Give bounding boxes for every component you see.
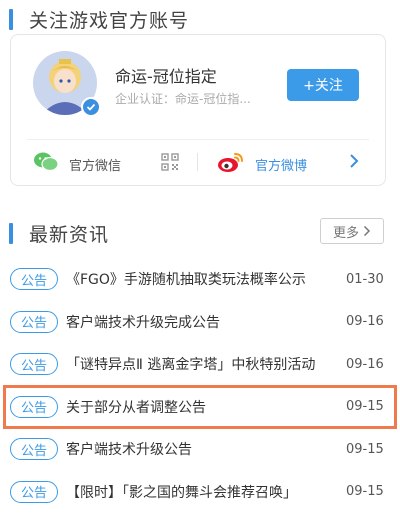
- wechat-label[interactable]: 官方微信: [69, 155, 121, 174]
- news-list: 公告 《FGO》手游随机抽取类玩法概率公示 01-30 公告 客户端技术升级完成公告 09…: [0, 258, 400, 513]
- follow-button[interactable]: +关注: [287, 69, 359, 101]
- section-accent-bar: [9, 223, 13, 244]
- chevron-right-icon: [363, 225, 371, 237]
- section-accent-bar: [9, 9, 13, 30]
- more-label: 更多: [332, 225, 359, 241]
- chevron-right-icon[interactable]: [349, 153, 359, 173]
- news-item[interactable]: 公告 关于部分从者调整公告 09-15: [3, 384, 397, 429]
- news-date: 01-30: [346, 271, 384, 287]
- news-date: 09-15: [346, 441, 384, 457]
- news-tag-badge: 公告: [10, 268, 58, 291]
- news-item[interactable]: 公告 「谜特异点Ⅱ 逃离金字塔」中秋特别活动 09-16: [0, 343, 400, 386]
- news-tag-badge: 公告: [10, 310, 58, 333]
- news-date: 09-16: [346, 314, 384, 330]
- news-tag-badge: 公告: [10, 438, 58, 461]
- news-tag-badge: 公告: [10, 395, 58, 418]
- follow-section-header: 关注游戏官方账号: [0, 6, 189, 33]
- news-item[interactable]: 公告 客户端技术升级公告 09-15: [0, 428, 400, 471]
- news-item[interactable]: 公告 客户端技术升级完成公告 09-16: [0, 301, 400, 344]
- news-item[interactable]: 公告 《FGO》手游随机抽取类玩法概率公示 01-30: [0, 258, 400, 301]
- news-date: 09-15: [346, 399, 384, 415]
- news-date: 09-16: [346, 356, 384, 372]
- social-links-row: 官方微信 官方微博: [11, 147, 385, 181]
- news-title[interactable]: 《FGO》手游随机抽取类玩法概率公示: [66, 269, 326, 289]
- news-item[interactable]: 公告 【限时】「影之国的舞斗会推荐召唤」 09-15: [0, 471, 400, 514]
- news-title[interactable]: 【限时】「影之国的舞斗会推荐召唤」: [66, 482, 326, 502]
- news-section-title: 最新资讯: [29, 224, 110, 246]
- social-separator: [197, 153, 198, 171]
- weibo-icon[interactable]: [217, 151, 245, 177]
- card-divider: [27, 139, 369, 140]
- account-certification: 企业认证：命运-冠位指...: [115, 92, 251, 106]
- weibo-label[interactable]: 官方微博: [255, 155, 307, 174]
- wechat-icon[interactable]: [33, 151, 59, 177]
- verified-badge-icon: [81, 97, 101, 117]
- news-title[interactable]: 客户端技术升级完成公告: [66, 312, 326, 332]
- news-date: 09-15: [346, 484, 384, 500]
- qr-code-icon[interactable]: [161, 153, 179, 175]
- account-name[interactable]: 命运-冠位指定: [115, 63, 217, 87]
- news-section-header: 最新资讯: [0, 220, 109, 247]
- follow-section-title: 关注游戏官方账号: [29, 10, 190, 32]
- news-tag-badge: 公告: [10, 480, 58, 503]
- news-tag-badge: 公告: [10, 353, 58, 376]
- official-account-card: 命运-冠位指定 企业认证：命运-冠位指... +关注 官方微信 官方微博: [10, 34, 386, 186]
- news-title[interactable]: 「谜特异点Ⅱ 逃离金字塔」中秋特别活动: [66, 354, 326, 374]
- news-title[interactable]: 客户端技术升级公告: [66, 439, 326, 459]
- news-title[interactable]: 关于部分从者调整公告: [66, 397, 326, 417]
- more-button[interactable]: 更多: [320, 218, 384, 244]
